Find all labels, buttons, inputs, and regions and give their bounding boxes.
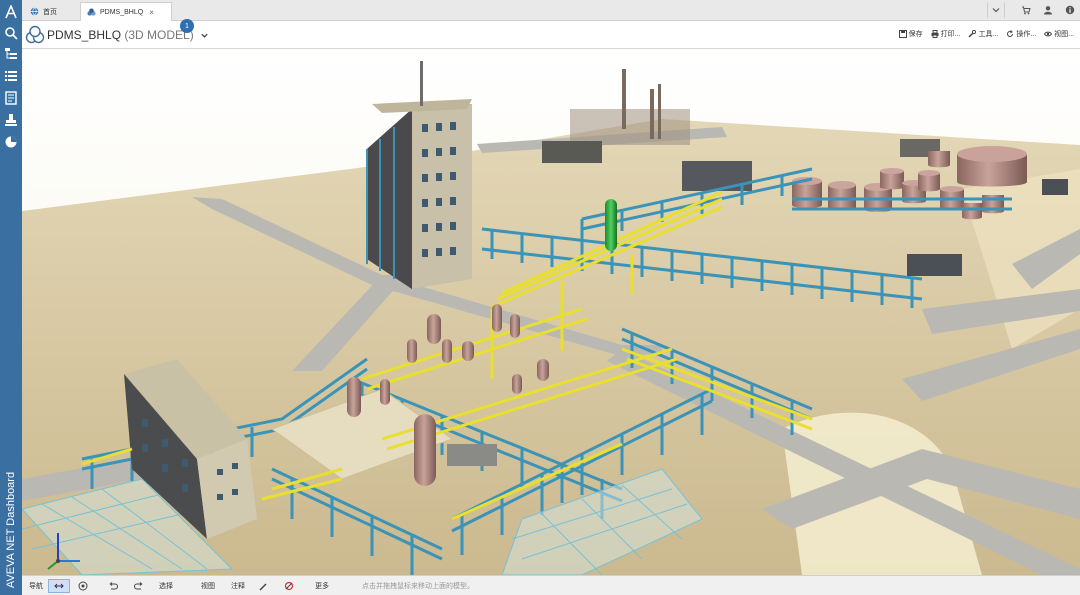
model-logo-icon [25, 25, 45, 44]
page-title: PDMS_BHLQ (3D MODEL) [47, 28, 194, 42]
notification-badge: 1 [180, 19, 194, 33]
pen-icon [259, 583, 267, 591]
left-sidebar: AVEVA NET Dashboard [0, 0, 22, 595]
aveva-a-icon[interactable] [3, 4, 19, 20]
navigate-button[interactable]: 导航 [26, 579, 46, 593]
model-icon [87, 7, 96, 16]
wrench-icon [968, 30, 977, 38]
info-icon[interactable] [1062, 2, 1078, 18]
eye-icon [1044, 31, 1053, 37]
stamp-icon[interactable] [3, 112, 19, 128]
search-icon[interactable] [3, 25, 19, 41]
clip-button[interactable] [280, 579, 298, 593]
header-actions: 保存 打印... 工具... 操作... 视图... [898, 29, 1074, 39]
page-title-name: PDMS_BHLQ [47, 28, 122, 42]
undo-button[interactable] [104, 579, 122, 593]
model-header: PDMS_BHLQ (3D MODEL) 1 保存 打印... 工具... 操作… [22, 19, 1080, 49]
operations-button[interactable]: 操作... [1006, 29, 1036, 39]
target-icon [78, 581, 88, 591]
dashboard-vertical-label: AVEVA NET Dashboard [5, 471, 17, 589]
plant-model-scene[interactable] [22, 49, 1080, 575]
hierarchy-icon[interactable] [3, 46, 19, 62]
globe-icon [30, 7, 39, 16]
refresh-icon [1007, 30, 1014, 37]
annotate-button[interactable]: 注释 [226, 579, 250, 593]
tools-button[interactable]: 工具... [968, 29, 998, 39]
bottom-toolbar: 导航 选择 视图 注释 更多 点击并拖拽鼠标来移动上面的模型。 [22, 575, 1080, 595]
tab-home-label: 首页 [43, 8, 57, 16]
title-chevron-down-icon[interactable] [198, 28, 210, 42]
more-button[interactable]: 更多 [310, 579, 334, 593]
undo-icon [109, 582, 118, 590]
app-window: AVEVA NET Dashboard 首页 PDMS_BHLQ × PDMS_… [0, 0, 1080, 595]
chevron-down-icon[interactable] [987, 2, 1005, 18]
save-icon [898, 30, 907, 38]
tab-home[interactable]: 首页 [24, 2, 78, 21]
print-icon [931, 30, 939, 38]
view-button[interactable]: 视图... [1044, 29, 1074, 39]
print-button[interactable]: 打印... [931, 29, 960, 39]
redo-icon [134, 582, 143, 590]
orbit-icon [54, 583, 64, 589]
tab-bar: 首页 PDMS_BHLQ × [22, 0, 1080, 21]
status-hint: 点击并拖拽鼠标来移动上面的模型。 [362, 583, 474, 590]
cart-icon[interactable] [1018, 2, 1034, 18]
orbit-mode-button[interactable] [48, 579, 70, 593]
pie-icon[interactable] [3, 134, 19, 150]
close-icon[interactable]: × [149, 8, 154, 17]
pen-button[interactable] [254, 579, 272, 593]
list-icon[interactable] [3, 68, 19, 84]
select-button[interactable]: 选择 [154, 579, 178, 593]
tab-model-label: PDMS_BHLQ [100, 8, 144, 16]
target-button[interactable] [74, 579, 92, 593]
view-toolbar-button[interactable]: 视图 [196, 579, 220, 593]
save-button[interactable]: 保存 [898, 29, 923, 39]
tab-pdms-bhlq[interactable]: PDMS_BHLQ × [80, 2, 172, 21]
document-icon[interactable] [3, 90, 19, 106]
3d-viewport[interactable] [22, 49, 1080, 575]
redo-button[interactable] [130, 579, 148, 593]
user-icon[interactable] [1040, 2, 1056, 18]
clip-icon [284, 581, 294, 591]
